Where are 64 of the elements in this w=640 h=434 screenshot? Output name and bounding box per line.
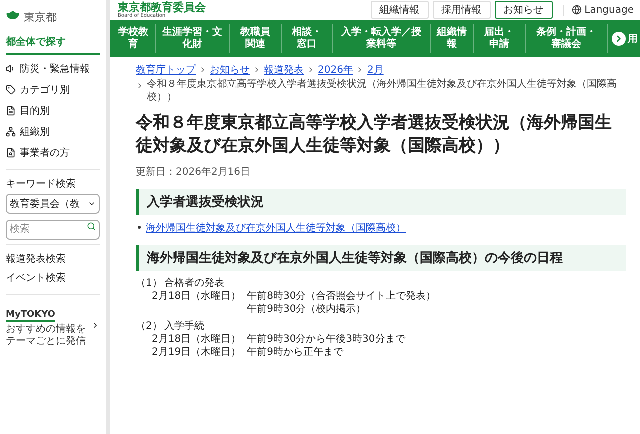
sidebar-item[interactable]: 組織別 [6, 123, 100, 141]
alert-icon [6, 64, 16, 74]
chevron-icon [91, 320, 100, 330]
sidebar-item[interactable]: カテゴリ別 [6, 81, 100, 99]
item-number: （2） [136, 320, 162, 333]
header-link[interactable]: 採用情報 [432, 1, 491, 19]
logo-text: 東京都 [24, 10, 57, 24]
sidebar-item[interactable]: 目的別 [6, 102, 100, 120]
nav-item[interactable]: 入学・転入学／授業料等 [333, 24, 431, 53]
bullet-icon [138, 226, 141, 230]
nav-item[interactable]: 学校教育 [112, 24, 156, 53]
sidebar-item[interactable]: 防災・緊急情報 [6, 60, 100, 78]
nav-item[interactable]: 届出・申請 [474, 24, 526, 53]
purpose-icon [6, 106, 16, 116]
nav-item[interactable]: 条例・計画・審議会 [526, 24, 608, 53]
nav-item[interactable]: 組織情報 [430, 24, 474, 53]
schedule-date: 2月19日（木曜日） [152, 346, 242, 359]
chevron-icon [253, 66, 261, 74]
nav-item[interactable]: 教職員関連 [230, 24, 282, 53]
sidebar-link[interactable]: イベント検索 [6, 271, 100, 287]
breadcrumb-current: 令和８年度東京都立高等学校入学者選抜受検状況（海外帰国生徒対象及び在京外国人生徒等対象（国際高校）） [147, 79, 618, 104]
schedule-date: 2月18日（水曜日） [152, 290, 242, 303]
nav-item[interactable]: 用 [608, 20, 640, 57]
breadcrumb-link[interactable]: 報道発表 [264, 63, 304, 77]
item-title: 入学手続 [164, 320, 204, 333]
category-icon [6, 85, 16, 95]
document-link[interactable]: 海外帰国生徒対象及び在京外国人生徒等対象（国際高校） [146, 220, 406, 235]
business-icon [6, 148, 16, 158]
keyword-search-title: キーワード検索 [6, 178, 77, 191]
page-title: 令和８年度東京都立高等学校入学者選抜受検状況（海外帰国生徒対象及び在京外国人生徒等対象（国際高校）） [136, 112, 613, 158]
schedule-time: 午前9時30分（校内掲示） [247, 302, 368, 316]
breadcrumb-link[interactable]: 2月 [367, 63, 384, 77]
section-heading: 海外帰国生徒対象及び在京外国人生徒等対象（国際高校）の今後の日程 [136, 244, 626, 271]
updated-date: 更新日：2026年2月16日 [136, 166, 252, 179]
language-button[interactable]: Language [562, 4, 634, 16]
nav-item[interactable]: 生涯学習・文化財 [156, 24, 230, 53]
sidebar-link[interactable]: 報道発表検索 [6, 252, 100, 268]
nav-item[interactable]: 相談・窓口 [282, 24, 334, 53]
item-number: （1） [136, 276, 162, 290]
breadcrumb-link[interactable]: お知らせ [210, 63, 250, 77]
breadcrumb-link[interactable]: 2026年 [318, 63, 354, 77]
organization-icon [6, 127, 16, 137]
next-icon [612, 32, 626, 46]
schedule-time: 午前9時から正午まで [247, 346, 344, 359]
schedule-time: 午前9時30分から午後3時30分まで [247, 332, 406, 346]
mytokyo-link[interactable]: MyTOKYO おすすめの情報を テーマごとに発信 [6, 302, 100, 348]
chevron-icon [199, 66, 207, 74]
header-link[interactable]: お知らせ [494, 1, 553, 19]
globe-icon [572, 5, 582, 15]
caret-icon [88, 200, 96, 208]
search-icon [87, 222, 96, 231]
section-heading: 入学者選抜受検状況 [136, 188, 626, 215]
chevron-icon [307, 66, 315, 74]
breadcrumb-link[interactable]: 教育庁トップ [136, 63, 196, 77]
search-field[interactable]: 検索 [6, 220, 100, 240]
header-link[interactable]: 組織情報 [370, 1, 429, 19]
schedule-date: 2月18日（水曜日） [152, 332, 242, 346]
site-title: 東京都教育委員会 [118, 2, 206, 12]
section-title: 都全体で探す [6, 31, 100, 55]
schedule-time: 午前8時30分（合否照会サイト上で発表） [247, 290, 438, 303]
item-title: 合格者の発表 [164, 276, 224, 290]
chevron-icon [136, 82, 144, 90]
sidebar-item[interactable]: 事業者の方 [6, 144, 100, 162]
category-select[interactable]: 教育委員会（教 [6, 194, 100, 214]
